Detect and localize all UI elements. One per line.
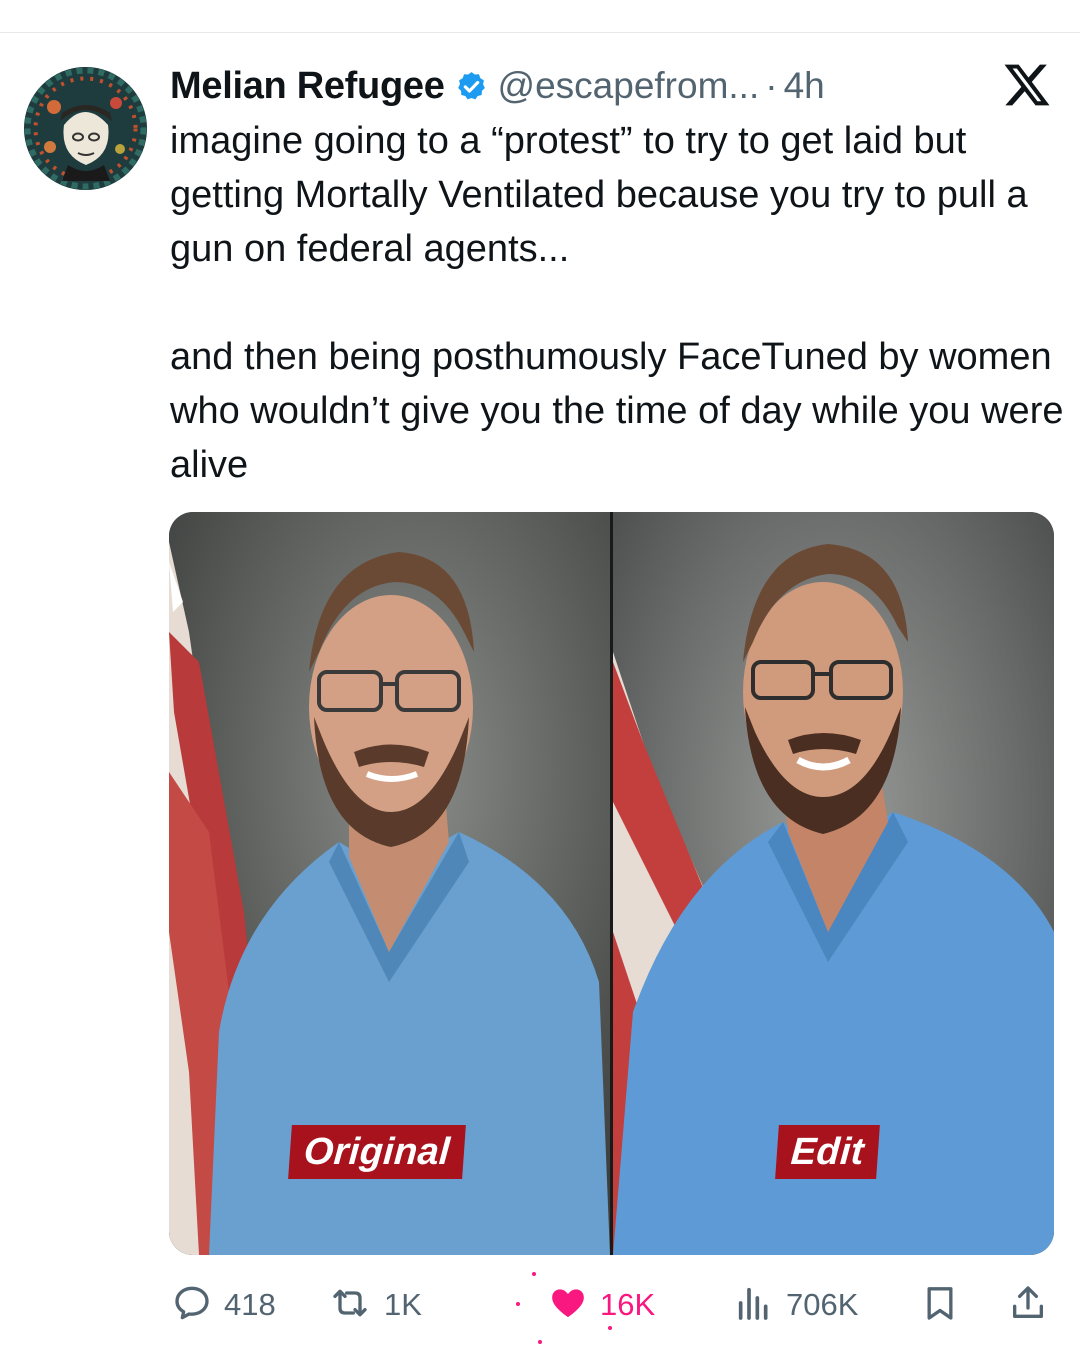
like-sparkle — [516, 1302, 520, 1306]
top-divider — [0, 32, 1080, 33]
repost-count: 1K — [384, 1287, 422, 1322]
avatar-image — [24, 67, 147, 190]
bookmark-button[interactable] — [920, 1280, 960, 1330]
x-logo-icon[interactable] — [1002, 60, 1052, 110]
separator-dot: · — [765, 65, 778, 106]
heart-icon — [548, 1283, 588, 1328]
original-label: Original — [288, 1125, 466, 1179]
tweet-header: Melian Refugee @escapefrom... · 4h — [170, 60, 825, 112]
reply-button[interactable]: 418 — [172, 1280, 276, 1330]
avatar[interactable] — [24, 67, 147, 190]
like-sparkle — [538, 1340, 542, 1344]
share-icon — [1008, 1283, 1048, 1328]
share-button[interactable] — [1008, 1280, 1048, 1330]
verified-badge-icon — [455, 70, 488, 103]
views-count: 706K — [786, 1287, 859, 1322]
views-button[interactable]: 706K — [734, 1280, 858, 1330]
media-panel-original[interactable]: Original — [169, 512, 610, 1255]
tweet-paragraph: imagine going to a “protest” to try to g… — [170, 120, 1028, 270]
author-handle[interactable]: @escapefrom... — [498, 65, 760, 107]
bookmark-icon — [920, 1283, 960, 1328]
repost-icon — [328, 1283, 372, 1328]
reply-count: 418 — [224, 1287, 276, 1322]
like-sparkle — [532, 1272, 536, 1276]
like-count: 16K — [600, 1287, 656, 1322]
tweet-actions: 418 1K 16K 706K — [168, 1272, 1058, 1344]
timestamp[interactable]: 4h — [784, 65, 825, 107]
media-panel-edit[interactable]: Edit — [613, 512, 1054, 1255]
reply-icon — [172, 1283, 212, 1328]
views-icon — [734, 1283, 774, 1328]
like-sparkle — [608, 1326, 612, 1330]
tweet-text: imagine going to a “protest” to try to g… — [170, 114, 1065, 492]
tweet-paragraph: and then being posthumously FaceTuned by… — [170, 336, 1064, 486]
edit-label: Edit — [775, 1125, 880, 1179]
like-button[interactable]: 16K — [548, 1280, 655, 1330]
author-display-name[interactable]: Melian Refugee — [170, 65, 445, 108]
tweet-media[interactable]: Original Edit — [169, 512, 1054, 1255]
repost-button[interactable]: 1K — [328, 1280, 422, 1330]
